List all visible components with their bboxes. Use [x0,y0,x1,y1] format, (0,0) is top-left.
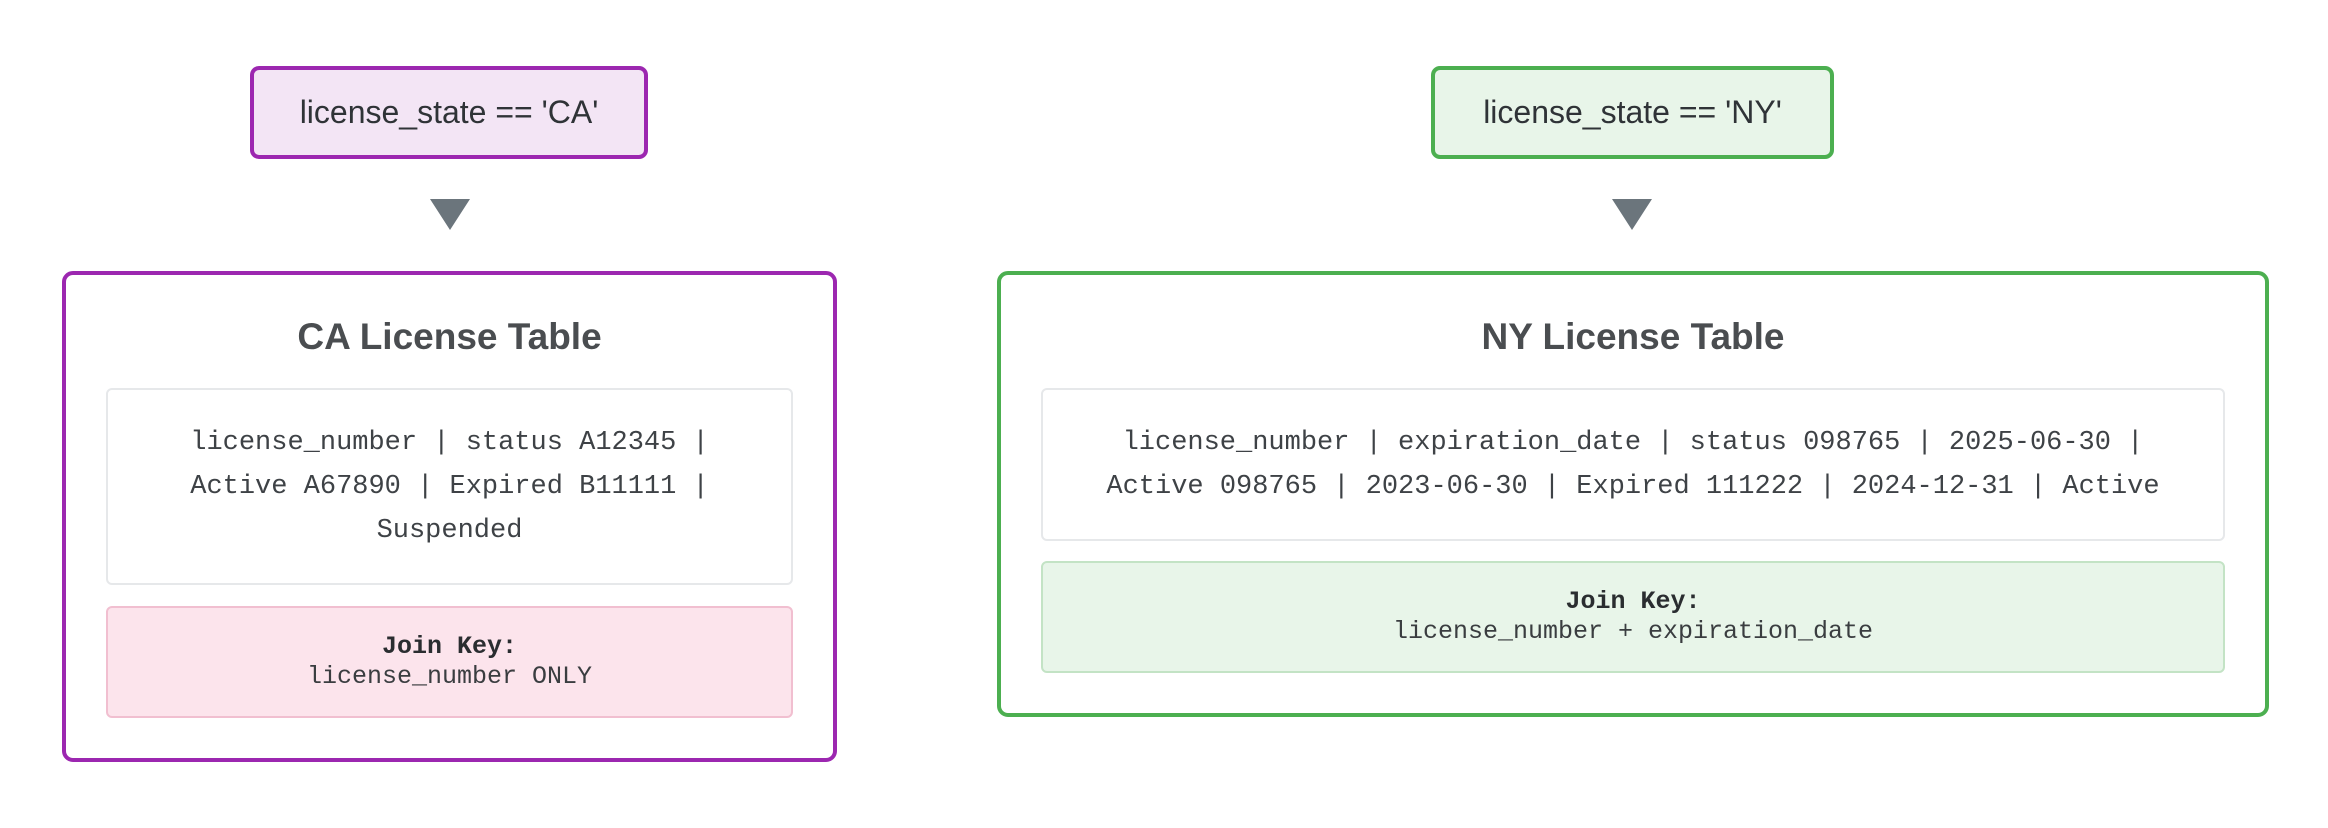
ca-license-table-box: CA License Table license_number | status… [62,271,837,762]
ny-row-line: license_number | expiration_date | statu… [1122,427,2144,458]
ny-join-key-box: Join Key: license_number + expiration_da… [1041,561,2225,673]
ca-row-line: license_number | status A12345 | [190,427,709,458]
ny-condition-label: license_state == 'NY' [1483,94,1782,130]
ca-row-line: Suspended [376,515,523,546]
ny-table-rows: license_number | expiration_date | statu… [1041,388,2225,541]
ca-join-key-box: Join Key: license_number ONLY [106,606,793,718]
down-triangle-icon [1612,199,1652,230]
ca-condition-box: license_state == 'CA' [250,66,648,159]
ny-join-key-label: Join Key: [1565,587,1701,616]
ny-join-key-value: license_number + expiration_date [1392,617,1874,646]
ca-row-line: Active A67890 | Expired B11111 | [190,471,709,502]
ny-table-title: NY License Table [1481,316,1785,357]
ca-join-key-label: Join Key: [381,632,518,661]
ca-table-rows: license_number | status A12345 | Active … [106,388,793,585]
ny-row-line: Active 098765 | 2023-06-30 | Expired 111… [1106,471,2160,502]
ca-table-title: CA License Table [297,316,602,357]
ny-license-table-box: NY License Table license_number | expira… [997,271,2269,717]
ny-condition-box: license_state == 'NY' [1431,66,1834,159]
ca-join-key-value: license_number ONLY [306,662,593,691]
ca-condition-label: license_state == 'CA' [299,94,599,130]
down-triangle-icon [430,199,470,230]
